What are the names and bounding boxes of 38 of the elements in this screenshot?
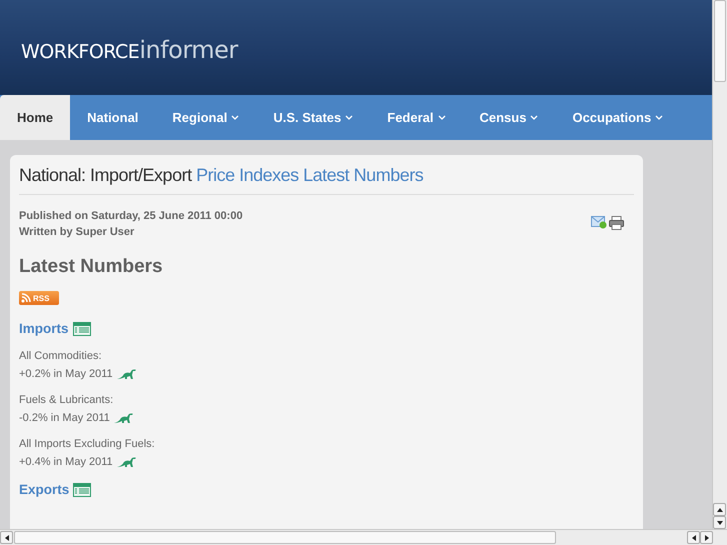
- scrollbar-thumb[interactable]: [14, 531, 556, 544]
- category-link[interactable]: Exports: [19, 482, 70, 497]
- category-link[interactable]: Imports: [19, 321, 69, 336]
- left-arrow-icon[interactable]: [690, 534, 696, 540]
- indicator-label: All Imports Excluding Fuels:: [19, 438, 156, 450]
- spreadsheet-icon[interactable]: [73, 482, 92, 496]
- up-arrow-icon[interactable]: [716, 506, 722, 512]
- section-heading: Latest Numbers: [19, 256, 164, 278]
- nav-tab[interactable]: Occupations: [555, 95, 680, 140]
- nav-tab[interactable]: Census: [462, 95, 556, 140]
- site-logo[interactable]: WORKFORCEinformer: [21, 36, 238, 64]
- left-arrow-icon[interactable]: [4, 534, 10, 540]
- dinosaur-icon: [116, 456, 137, 468]
- spreadsheet-icon[interactable]: [72, 322, 91, 336]
- right-arrow-icon[interactable]: [704, 534, 710, 540]
- indicator-value: +0.4% in May 2011: [19, 456, 113, 468]
- vertical-scrollbar[interactable]: [712, 0, 727, 529]
- rss-button[interactable]: RSS: [19, 291, 59, 305]
- indicator-label: Fuels & Lubricants:: [19, 394, 114, 406]
- rss-icon: [21, 293, 31, 303]
- published-date: Published on Saturday, 25 June 2011 00:00: [19, 210, 243, 222]
- nav-tab[interactable]: U.S. States: [256, 95, 370, 140]
- scrollbar-thumb[interactable]: [714, 0, 726, 82]
- author: Written by Super User: [19, 226, 136, 238]
- nav-tab[interactable]: Home: [0, 95, 70, 140]
- title-link[interactable]: Price Indexes Latest Numbers: [196, 165, 424, 185]
- dinosaur-icon: [114, 412, 134, 424]
- nav-tab[interactable]: Federal: [370, 95, 462, 140]
- dinosaur-icon: [116, 368, 137, 380]
- print-icon[interactable]: [609, 216, 624, 230]
- article-title: National: Import/Export Price Indexes Latest Numbers: [19, 155, 634, 195]
- nav-tab[interactable]: Regional: [155, 95, 256, 140]
- nav-tab[interactable]: National: [70, 95, 156, 140]
- indicator-label: All Commodities:: [19, 350, 103, 362]
- horizontal-scrollbar[interactable]: [0, 529, 727, 545]
- down-arrow-icon[interactable]: [716, 520, 722, 526]
- indicator-value: +0.2% in May 2011: [19, 368, 113, 380]
- indicator-value: -0.2% in May 2011: [19, 412, 110, 424]
